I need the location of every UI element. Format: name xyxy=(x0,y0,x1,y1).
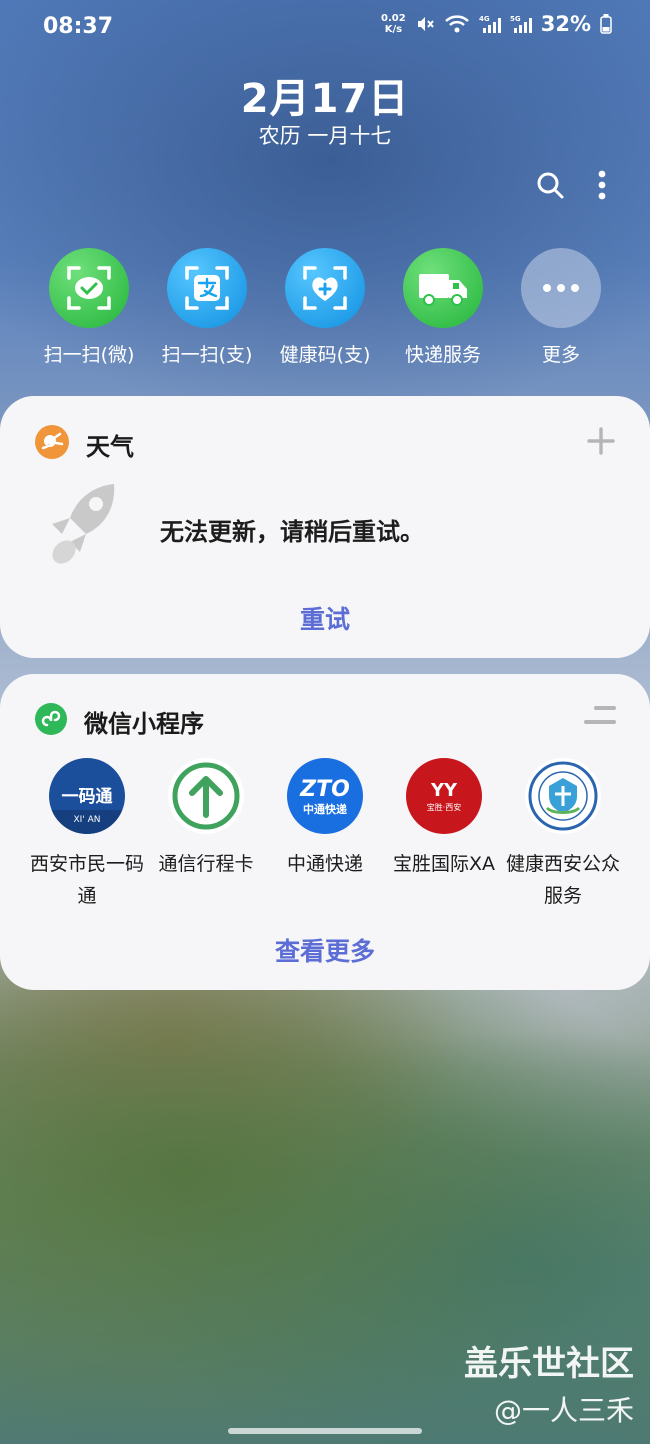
mini-program-baosheng[interactable]: YY 宝胜·西安 宝胜国际XA xyxy=(385,758,503,912)
shortcut-label: 扫一扫(微) xyxy=(43,344,135,366)
mini-program-icon xyxy=(34,702,68,740)
network-speed-value: 0.02 xyxy=(381,13,406,24)
health-code-icon xyxy=(285,248,365,328)
date-display: 2月17日 xyxy=(240,76,410,122)
rocket-icon xyxy=(44,482,120,576)
mini-program-name: 中通快递 xyxy=(286,853,363,875)
retry-button[interactable]: 重试 xyxy=(0,600,650,636)
delivery-truck-icon xyxy=(403,248,483,328)
shortcut-label: 更多 xyxy=(541,344,580,366)
mini-program-list: 一码通 XI' AN 西安市民一码通 通信行程卡 ZTO 中通快递 中通快递 Y… xyxy=(28,758,622,912)
signal-4g-icon: 4G xyxy=(479,14,501,34)
shortcut-row: 扫一扫(微) 扫一扫(支) 健康码(支) 快递服务 更多 xyxy=(30,248,620,367)
battery-icon xyxy=(600,14,612,34)
more-dots-icon xyxy=(521,248,601,328)
travel-card-arrow-icon xyxy=(168,758,244,834)
wifi-icon xyxy=(444,14,470,34)
lunar-date: 农历 一月十七 xyxy=(258,124,392,148)
xian-code-logo-icon: 一码通 XI' AN xyxy=(49,758,125,834)
shortcut-more[interactable]: 更多 xyxy=(502,248,620,367)
mini-program-name: 西安市民一码通 xyxy=(29,853,144,907)
mute-icon xyxy=(415,14,435,34)
mini-program-travel-card[interactable]: 通信行程卡 xyxy=(147,758,265,912)
network-speed: 0.02 K/s xyxy=(381,13,406,35)
weather-card-header: 天气 xyxy=(34,424,134,464)
wechat-scan-icon xyxy=(49,248,129,328)
xian-code-logo-text: 一码通 xyxy=(62,787,113,807)
watermark-author: @一人三禾 xyxy=(493,1394,634,1427)
mini-program-name: 健康西安公众服务 xyxy=(505,853,620,907)
mini-program-xian-code[interactable]: 一码通 XI' AN 西安市民一码通 xyxy=(28,758,146,912)
watermark: 盖乐世社区 @一人三禾 xyxy=(464,1336,634,1429)
baosheng-logo-text: YY xyxy=(430,780,458,801)
weather-card-title: 天气 xyxy=(86,432,134,461)
shortcut-alipay-scan[interactable]: 扫一扫(支) xyxy=(148,248,266,367)
more-options-icon[interactable] xyxy=(598,170,606,204)
shortcut-label: 健康码(支) xyxy=(279,344,371,366)
mini-programs-card: 微信小程序 一码通 XI' AN 西安市民一码通 通信行程卡 ZTO 中通快递 … xyxy=(0,674,650,990)
baosheng-logo-icon: YY 宝胜·西安 xyxy=(406,758,482,834)
shortcut-label: 快递服务 xyxy=(404,344,481,366)
mini-program-zto[interactable]: ZTO 中通快递 中通快递 xyxy=(266,758,384,912)
health-xian-emblem-icon xyxy=(525,758,601,834)
mini-program-name: 通信行程卡 xyxy=(158,853,254,875)
zto-logo-subtext: 中通快递 xyxy=(303,802,347,816)
shortcut-health-code[interactable]: 健康码(支) xyxy=(266,248,384,367)
svg-text:4G: 4G xyxy=(479,15,490,23)
battery-percent: 32% xyxy=(540,12,591,36)
signal-5g-icon: 5G xyxy=(510,14,532,34)
baosheng-logo-subtext: 宝胜·西安 xyxy=(427,802,462,812)
mini-program-health-xian[interactable]: 健康西安公众服务 xyxy=(504,758,622,912)
collapse-icon[interactable] xyxy=(584,704,616,730)
watermark-community: 盖乐世社区 xyxy=(464,1344,634,1384)
weather-error-message: 无法更新，请稍后重试。 xyxy=(160,517,424,546)
top-actions xyxy=(536,170,606,204)
alipay-scan-icon xyxy=(167,248,247,328)
see-more-button[interactable]: 查看更多 xyxy=(0,932,650,968)
status-icons: 0.02 K/s 4G 5G 32% xyxy=(381,12,612,36)
weather-error: 无法更新，请稍后重试。 xyxy=(44,482,424,576)
svg-text:5G: 5G xyxy=(510,15,521,23)
add-icon[interactable] xyxy=(586,426,616,460)
weather-card: 天气 无法更新，请稍后重试。 重试 xyxy=(0,396,650,658)
status-bar: 08:37 0.02 K/s 4G 5G 32% xyxy=(0,0,650,56)
shortcut-wechat-scan[interactable]: 扫一扫(微) xyxy=(30,248,148,367)
search-icon[interactable] xyxy=(536,171,564,203)
weather-app-icon xyxy=(34,424,70,464)
mini-program-name: 宝胜国际XA xyxy=(392,853,495,875)
home-indicator[interactable] xyxy=(228,1428,422,1434)
shortcut-label: 扫一扫(支) xyxy=(161,344,253,366)
mini-programs-card-title: 微信小程序 xyxy=(84,709,204,738)
xian-code-logo-subtext: XI' AN xyxy=(73,815,100,825)
shortcut-delivery[interactable]: 快递服务 xyxy=(384,248,502,367)
mini-programs-card-header: 微信小程序 xyxy=(34,702,204,740)
zto-logo-text: ZTO xyxy=(299,777,350,802)
status-time: 08:37 xyxy=(43,14,114,39)
zto-logo-icon: ZTO 中通快递 xyxy=(287,758,363,834)
network-speed-unit: K/s xyxy=(384,24,403,35)
